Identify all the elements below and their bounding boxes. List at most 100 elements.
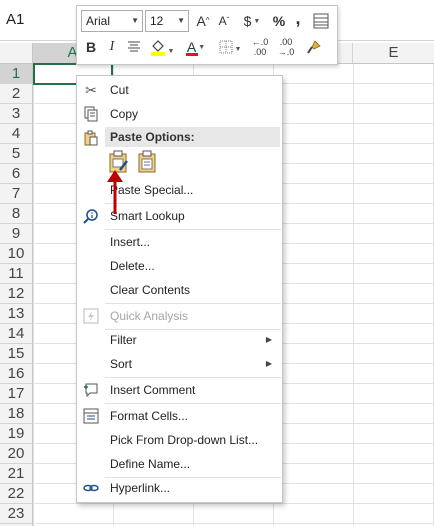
align-center-icon <box>128 41 140 52</box>
paste-icon <box>138 150 156 173</box>
menu-item-label: Clear Contents <box>110 283 191 297</box>
row-header-13[interactable]: 13 <box>0 304 32 324</box>
context-menu: ✂ Cut Copy Paste Options: Paste Special.… <box>76 75 283 503</box>
select-all-corner[interactable] <box>0 43 33 63</box>
row-header-6[interactable]: 6 <box>0 164 32 184</box>
font-name-box[interactable]: Arial ▼ <box>81 10 143 32</box>
comma-icon: , <box>295 8 301 28</box>
paste-options-bar: Paste Options: <box>105 127 280 147</box>
menu-item-label: Pick From Drop-down List... <box>110 433 259 447</box>
mini-toolbar: Arial ▼ 12 ▼ A^ Aˇ $ ▼ % , B I ▼ A ▼ ▼ ←… <box>76 5 338 65</box>
menu-item-sort[interactable]: Sort ▶ <box>77 352 282 376</box>
font-size-value: 12 <box>150 14 164 28</box>
column-header-e[interactable]: E <box>353 43 434 63</box>
row-header-20[interactable]: 20 <box>0 444 32 464</box>
menu-item-label: Sort <box>110 357 133 371</box>
red-arrow-annotation <box>107 170 123 214</box>
increase-font-size-button[interactable]: A^ <box>193 10 213 32</box>
smart-lookup-icon <box>81 206 101 226</box>
row-header-3[interactable]: 3 <box>0 104 32 124</box>
borders-button[interactable]: ▼ <box>215 36 245 58</box>
decrease-font-icon: A <box>218 14 227 28</box>
menu-item-label: Define Name... <box>110 457 191 471</box>
row-header-22[interactable]: 22 <box>0 484 32 504</box>
menu-item-hyperlink[interactable]: Hyperlink... <box>77 476 282 500</box>
row-header-19[interactable]: 19 <box>0 424 32 444</box>
submenu-arrow-icon: ▶ <box>265 359 272 368</box>
menu-item-copy[interactable]: Copy <box>77 102 282 126</box>
bold-button[interactable]: B <box>83 36 99 58</box>
row-header-5[interactable]: 5 <box>0 144 32 164</box>
menu-item-label: Delete... <box>110 259 155 273</box>
comma-style-button[interactable]: , <box>291 7 305 29</box>
row-header-17[interactable]: 17 <box>0 384 32 404</box>
row-header-11[interactable]: 11 <box>0 264 32 284</box>
row-header-7[interactable]: 7 <box>0 184 32 204</box>
percent-style-button[interactable]: % <box>271 10 287 32</box>
format-painter-button[interactable] <box>303 36 325 58</box>
row-header-12[interactable]: 12 <box>0 284 32 304</box>
paintbrush-icon <box>307 40 321 54</box>
comment-icon <box>81 380 101 400</box>
increase-decimal-icon-top: .00 <box>279 37 293 47</box>
menu-item-cut[interactable]: ✂ Cut <box>77 78 282 102</box>
menu-item-format-cells[interactable]: Format Cells... <box>77 404 282 428</box>
menu-item-label: Insert... <box>110 235 151 249</box>
row-header-8[interactable]: 8 <box>0 204 32 224</box>
row-header-2[interactable]: 2 <box>0 84 32 104</box>
currency-icon: $ <box>243 13 252 29</box>
row-header-1[interactable]: 1 <box>0 64 32 84</box>
font-size-box[interactable]: 12 ▼ <box>145 10 189 32</box>
name-box[interactable]: A1 <box>6 10 70 30</box>
row-header-4[interactable]: 4 <box>0 124 32 144</box>
table-format-icon <box>313 13 329 29</box>
menu-item-filter[interactable]: Filter ▶ <box>77 328 282 352</box>
format-cells-icon <box>81 406 101 426</box>
chevron-down-icon: ▼ <box>177 16 185 25</box>
increase-decimal-button[interactable]: .00 →.0 <box>275 34 297 57</box>
row-header-10[interactable]: 10 <box>0 244 32 264</box>
menu-item-pick-from-list[interactable]: Pick From Drop-down List... <box>77 428 282 452</box>
menu-item-label: Quick Analysis <box>110 309 189 323</box>
submenu-arrow-icon: ▶ <box>265 335 272 344</box>
row-header-14[interactable]: 14 <box>0 324 32 344</box>
menu-item-clear-contents[interactable]: Clear Contents <box>77 278 282 302</box>
menu-item-delete[interactable]: Delete... <box>77 254 282 278</box>
hyperlink-icon <box>81 478 101 498</box>
scissors-icon: ✂ <box>85 82 97 98</box>
menu-item-define-name[interactable]: Define Name... <box>77 452 282 476</box>
row-header-16[interactable]: 16 <box>0 364 32 384</box>
row-header-23[interactable]: 23 <box>0 504 32 524</box>
menu-item-insert-comment[interactable]: Insert Comment <box>77 378 282 402</box>
row-header-15[interactable]: 15 <box>0 344 32 364</box>
font-color-button[interactable]: A ▼ <box>181 36 211 58</box>
decrease-decimal-button[interactable]: ←.0 .00 <box>249 34 271 57</box>
row-header-18[interactable]: 18 <box>0 404 32 424</box>
paint-bucket-icon <box>150 40 165 56</box>
bold-icon: B <box>85 39 97 55</box>
decrease-decimal-icon-top: ←.0 <box>251 37 269 47</box>
decrease-font-size-button[interactable]: Aˇ <box>214 10 234 32</box>
menu-item-label: Filter <box>110 333 137 347</box>
row-header-21[interactable]: 21 <box>0 464 32 484</box>
increase-decimal-icon-bottom: →.0 <box>277 47 295 57</box>
increase-font-icon: A <box>196 13 206 29</box>
row-header-9[interactable]: 9 <box>0 224 32 244</box>
menu-item-insert[interactable]: Insert... <box>77 230 282 254</box>
decrease-decimal-icon-bottom: .00 <box>253 47 267 57</box>
menu-item-quick-analysis: Quick Analysis <box>77 304 282 328</box>
menu-item-label: Format Cells... <box>110 409 189 423</box>
fill-color-button[interactable]: ▼ <box>147 36 177 58</box>
quick-analysis-icon <box>81 306 101 326</box>
row-headers: 1 2 3 4 5 6 7 8 9 10 11 12 13 14 15 16 17 18 19 20 21 22 23 <box>0 64 33 526</box>
currency-format-button[interactable]: $ ▼ <box>237 10 267 32</box>
align-center-button[interactable] <box>125 36 143 58</box>
italic-button[interactable]: I <box>105 36 119 58</box>
paste-button[interactable] <box>136 150 158 174</box>
menu-item-label: Cut <box>110 83 129 97</box>
italic-icon: I <box>109 39 115 54</box>
format-painter-table-button[interactable] <box>311 10 331 32</box>
menu-item-label: Copy <box>110 107 139 121</box>
font-name-value: Arial <box>86 14 111 28</box>
borders-icon <box>219 40 233 54</box>
